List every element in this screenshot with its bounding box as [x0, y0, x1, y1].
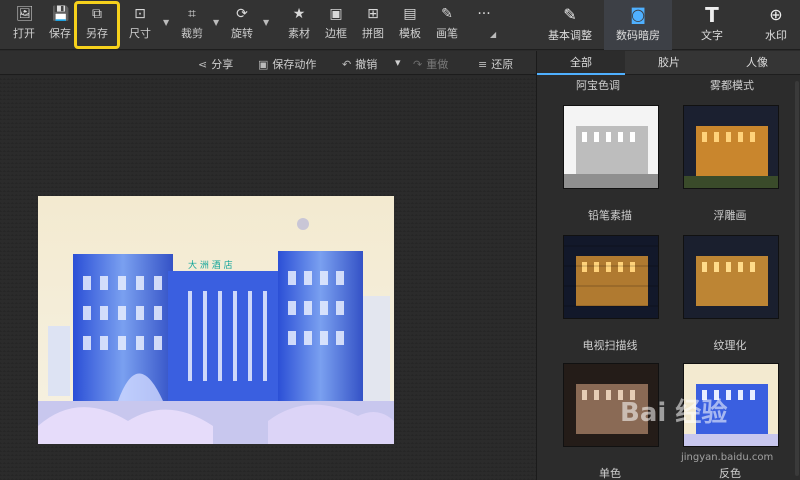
redo-icon: ↷	[413, 58, 423, 71]
expand-icon[interactable]: ◢	[490, 30, 498, 39]
effect-label: 纹理化	[713, 339, 747, 352]
save-action-icon: ▣	[258, 58, 269, 71]
filter-category-tabs: 全部 胶片 人像	[537, 51, 800, 75]
effect-label: 阿宝色调	[576, 79, 620, 92]
main-toolbar: 🖼 打开 💾 保存 ⧉ 另存 ⊡ 尺寸 ▼ ⌗ 裁剪 ▼ ⟳ 旋转 ▼ ★ 素材…	[0, 0, 536, 50]
save-icon: 💾	[52, 6, 70, 22]
more-icon: ···	[477, 6, 491, 22]
border-icon: ▣	[329, 6, 343, 22]
effect-label: 电视扫描线	[582, 339, 638, 352]
rotate-icon: ⟳	[236, 6, 248, 22]
effect-label: 雾都模式	[710, 79, 754, 92]
crop-button[interactable]: ⌗ 裁剪	[172, 4, 212, 46]
border-button[interactable]: ▣ 边框	[316, 4, 356, 46]
tab-digital-darkroom[interactable]: ◙ 数码暗房	[604, 0, 672, 50]
undo-icon: ↶	[342, 58, 352, 71]
effect-thumb-relief[interactable]	[683, 105, 779, 189]
resize-icon: ⊡	[134, 6, 146, 22]
adjust-icon: ✎	[563, 5, 577, 24]
tab-all[interactable]: 全部	[537, 51, 625, 75]
save-as-button[interactable]: ⧉ 另存	[74, 1, 120, 49]
undo-dropdown-icon[interactable]: ▾	[395, 56, 401, 69]
template-icon: ▤	[403, 6, 417, 22]
effect-label: 反色	[719, 467, 741, 480]
redo-button[interactable]: ↷ 重做	[413, 56, 448, 72]
building-sign: 大 洲 酒 店	[188, 259, 233, 271]
restore-button[interactable]: ≡ 还原	[478, 56, 513, 72]
crop-dropdown-icon[interactable]: ▼	[213, 18, 221, 27]
save-button[interactable]: 💾 保存	[40, 4, 80, 46]
watermark-icon: ⊕	[769, 5, 783, 24]
open-icon: 🖼	[16, 6, 34, 22]
text-icon: T	[705, 3, 719, 27]
panel-scrollbar[interactable]	[795, 81, 799, 476]
tab-text[interactable]: T 文字	[678, 0, 746, 50]
undo-button[interactable]: ↶ 撤销	[342, 56, 377, 72]
effect-thumb-tv-scanline[interactable]	[563, 235, 659, 319]
effect-thumb-sketch[interactable]	[563, 105, 659, 189]
material-icon: ★	[292, 6, 306, 22]
material-button[interactable]: ★ 素材	[279, 4, 319, 46]
brush-button[interactable]: ✎ 画笔	[427, 4, 467, 46]
crop-icon: ⌗	[188, 6, 196, 22]
effect-label: 铅笔素描	[588, 209, 632, 222]
baidu-watermark: Bai 经验	[620, 398, 728, 428]
tab-film[interactable]: 胶片	[625, 51, 713, 75]
restore-icon: ≡	[478, 58, 488, 71]
open-button[interactable]: 🖼 打开	[4, 4, 44, 46]
collage-button[interactable]: ⊞ 拼图	[353, 4, 393, 46]
camera-icon: ◙	[630, 5, 646, 24]
save-action-button[interactable]: ▣ 保存动作	[258, 56, 316, 72]
edit-actions-bar: ⋖ 分享 ▣ 保存动作 ↶ 撤销 ▾ ↷ 重做 ≡ 还原	[0, 51, 536, 75]
share-icon: ⋖	[198, 58, 208, 71]
rotate-dropdown-icon[interactable]: ▼	[263, 18, 271, 27]
more-button[interactable]: ···	[464, 4, 504, 46]
brush-icon: ✎	[441, 6, 453, 22]
save-as-icon: ⧉	[92, 6, 102, 22]
tab-basic-adjust[interactable]: ✎ 基本调整	[536, 0, 604, 50]
effect-thumb-texture[interactable]	[683, 235, 779, 319]
tab-watermark[interactable]: ⊕ 水印	[752, 0, 800, 50]
rotate-button[interactable]: ⟳ 旋转	[222, 4, 262, 46]
share-button[interactable]: ⋖ 分享	[198, 56, 233, 72]
edited-photo[interactable]: 大 洲 酒 店	[38, 196, 394, 444]
resize-dropdown-icon[interactable]: ▼	[163, 18, 171, 27]
baidu-watermark-url: jingyan.baidu.com	[681, 452, 774, 463]
template-button[interactable]: ▤ 模板	[390, 4, 430, 46]
right-tabs: ✎ 基本调整 ◙ 数码暗房 T 文字 ⊕ 水印	[536, 0, 800, 50]
effect-label: 浮雕画	[713, 209, 747, 222]
effect-label: 单色	[599, 467, 621, 480]
collage-icon: ⊞	[367, 6, 379, 22]
resize-button[interactable]: ⊡ 尺寸	[120, 4, 160, 46]
tab-portrait[interactable]: 人像	[713, 51, 800, 75]
